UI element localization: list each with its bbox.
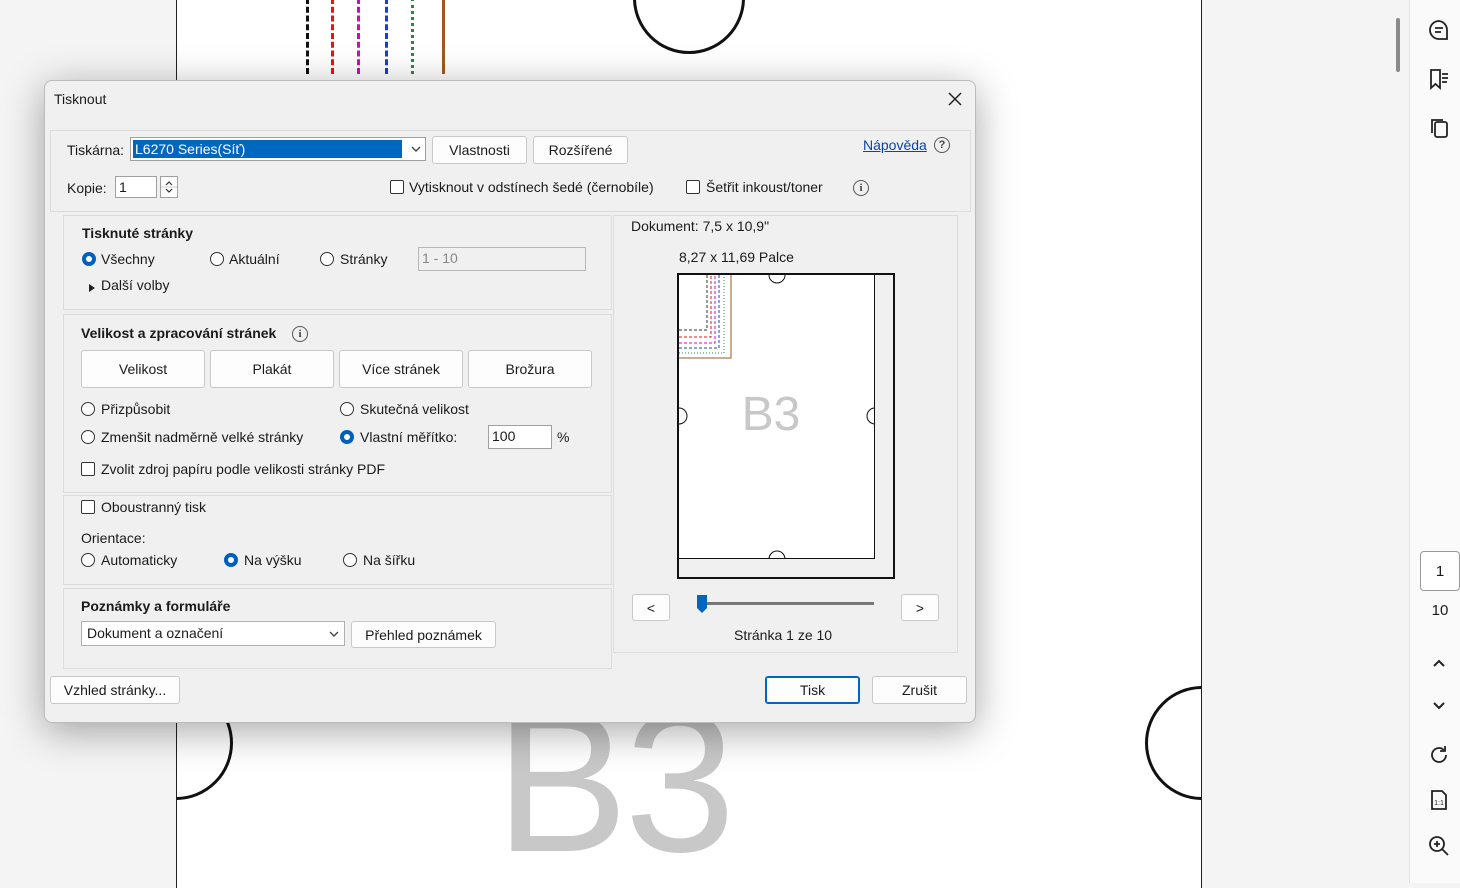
copies-input[interactable]: 1 [115,176,157,198]
close-icon[interactable] [943,87,967,111]
print-preview-thumbnail: B3 [677,273,895,579]
paper-size-label: 8,27 x 11,69 Palce [679,249,794,265]
orientation-auto-radio[interactable] [81,553,95,567]
actual-size-icon[interactable]: 1:1 [1426,787,1452,813]
help-link[interactable]: Nápověda [863,137,927,153]
copies-spinner[interactable] [160,176,178,198]
registration-circle-top [633,0,745,54]
paper-source-checkbox[interactable] [81,462,95,476]
shrink-radio[interactable] [81,430,95,444]
zoom-in-icon[interactable] [1426,833,1452,859]
info-icon[interactable]: i [853,180,869,196]
dashed-line-red [331,0,334,74]
page-status-label: Stránka 1 ze 10 [734,627,833,643]
all-pages-label: Všechny [101,251,155,267]
vertical-scrollbar[interactable] [1388,0,1408,883]
save-ink-label: Šetřit inkoust/toner [706,179,823,195]
preview-page: B3 [679,275,875,559]
pages-section-title: Tisknuté stránky [82,225,194,241]
pages-icon[interactable] [1426,115,1452,141]
printer-select-value: L6270 Series(Síť) [133,140,402,158]
page-slider-track[interactable] [701,602,874,605]
printer-select[interactable]: L6270 Series(Síť) [130,137,426,161]
orientation-label: Orientace: [81,530,146,546]
next-page-button[interactable]: > [901,594,939,621]
annotations-select[interactable]: Dokument a označení [81,621,345,646]
registration-circle-right [1145,686,1201,800]
actual-size-label: Skutečná velikost [360,401,469,417]
print-dialog: Tisknout Tiskárna: L6270 Series(Síť) Vla… [44,80,976,723]
dotted-line-green [411,0,414,74]
comment-icon[interactable] [1426,17,1452,43]
scale-input[interactable]: 100 [488,425,552,449]
chevron-down-icon [328,627,340,643]
orientation-landscape-radio[interactable] [343,553,357,567]
svg-text:1:1: 1:1 [1434,800,1444,807]
page-setup-button[interactable]: Vzhled stránky... [50,676,180,704]
custom-scale-label: Vlastní měřítko: [360,429,458,445]
fit-label: Přizpůsobit [101,401,171,417]
size-tab-button[interactable]: Velikost [81,350,205,388]
orientation-portrait-label: Na výšku [244,552,302,568]
page-range-label: Stránky [340,251,388,267]
page-range-input[interactable]: 1 - 10 [418,247,586,271]
current-page-radio[interactable] [210,252,224,266]
page-number-value: 1 [1435,562,1445,580]
expand-triangle-icon[interactable] [88,280,96,296]
preview-watermark-text: B3 [741,388,801,441]
dialog-title: Tisknout [54,91,107,107]
chevron-up-icon[interactable] [1426,650,1452,676]
print-button[interactable]: Tisk [765,676,860,704]
size-section-title: Velikost a zpracování stránek [81,325,277,341]
duplex-checkbox[interactable] [81,500,95,514]
dashed-line-black [306,0,309,74]
page-slider-thumb[interactable] [696,594,708,614]
more-options-label[interactable]: Další volby [101,277,169,293]
shrink-label: Zmenšit nadměrně velké stránky [101,429,304,445]
poster-tab-button[interactable]: Plakát [210,350,334,388]
page-range-radio[interactable] [320,252,334,266]
page-total: 10 [1431,602,1449,619]
grayscale-label: Vytisknout v odstínech šedé (černobíle) [409,179,654,195]
orientation-portrait-radio[interactable] [224,553,238,567]
cancel-button[interactable]: Zrušit [872,676,967,704]
properties-button[interactable]: Vlastnosti [432,136,527,164]
chevron-down-icon[interactable] [1426,693,1452,719]
actual-size-radio[interactable] [340,402,354,416]
fit-radio[interactable] [81,402,95,416]
multiple-pages-tab-button[interactable]: Více stránek [339,350,463,388]
grayscale-checkbox[interactable] [390,180,404,194]
info-icon[interactable]: i [292,326,308,342]
paper-source-label: Zvolit zdroj papíru podle velikosti strá… [101,461,385,477]
copies-label: Kopie: [67,180,107,196]
advanced-button[interactable]: Rozšířené [533,136,628,164]
booklet-tab-button[interactable]: Brožura [468,350,592,388]
document-size-label: Dokument: 7,5 x 10,9" [631,218,770,234]
orientation-auto-label: Automaticky [101,552,178,568]
help-icon[interactable]: ? [934,137,950,153]
dashed-line-magenta [357,0,360,74]
scrollbar-thumb[interactable] [1396,18,1400,72]
prev-page-button[interactable]: < [632,594,670,621]
rotate-icon[interactable] [1426,742,1452,768]
solid-line-brown [442,0,445,74]
page-number-input[interactable]: 1 [1420,551,1460,591]
duplex-label: Oboustranný tisk [101,499,207,515]
printer-label: Tiskárna: [67,142,125,158]
save-ink-checkbox[interactable] [686,180,700,194]
chevron-down-icon [410,142,422,158]
bookmark-list-icon[interactable] [1426,66,1452,92]
annotations-section-title: Poznámky a formuláře [81,598,231,614]
dashed-line-blue [385,0,388,74]
summarize-comments-button[interactable]: Přehled poznámek [351,621,496,648]
all-pages-radio[interactable] [82,252,96,266]
current-page-label: Aktuální [229,251,280,267]
scale-unit: % [557,429,570,445]
right-toolbar: 1 10 1:1 [1409,0,1460,883]
annotations-select-value: Dokument a označení [87,625,224,641]
orientation-landscape-label: Na šířku [363,552,416,568]
custom-scale-radio[interactable] [340,430,354,444]
